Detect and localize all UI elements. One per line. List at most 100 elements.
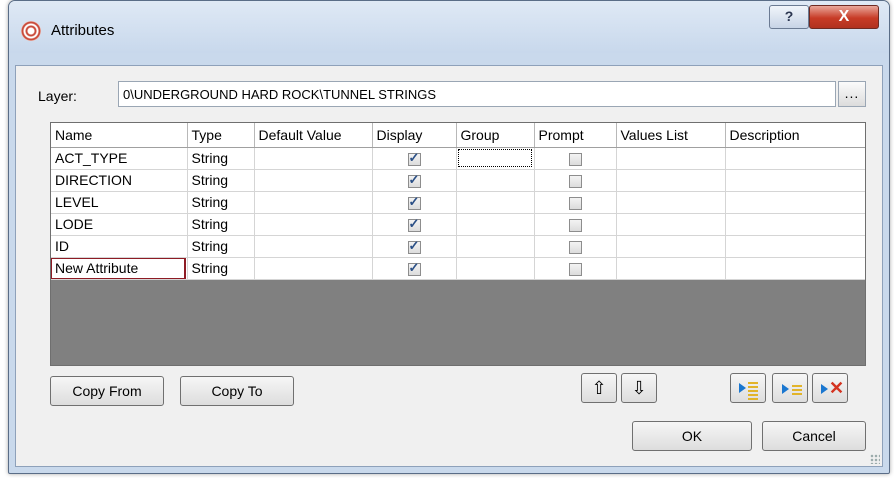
display-checkbox[interactable]	[407, 172, 421, 188]
cell-values-list[interactable]	[616, 169, 726, 192]
cell-name[interactable]: ACT_TYPE	[51, 147, 188, 170]
help-button[interactable]: ?	[769, 5, 809, 29]
cancel-button[interactable]: Cancel	[762, 421, 866, 451]
cell-description[interactable]	[725, 213, 865, 236]
prompt-checkbox[interactable]	[568, 240, 582, 254]
cell-values-list[interactable]	[616, 213, 726, 236]
resize-grip[interactable]	[870, 454, 880, 464]
cell-values-list[interactable]	[616, 191, 726, 214]
cell-default-value[interactable]	[254, 169, 373, 192]
delete-row-button[interactable]: ✕	[812, 373, 848, 403]
cell-group[interactable]	[456, 147, 535, 170]
cell-type[interactable]: String	[187, 147, 255, 170]
cell-prompt	[534, 169, 617, 192]
cell-default-value[interactable]	[254, 235, 373, 258]
prompt-checkbox[interactable]	[568, 218, 582, 232]
cell-type[interactable]: String	[187, 213, 255, 236]
cell-name[interactable]: DIRECTION	[51, 169, 188, 192]
cell-type[interactable]: String	[187, 169, 255, 192]
column-header-prompt[interactable]: Prompt	[534, 123, 617, 148]
attributes-grid[interactable]: Name Type Default Value Display Group Pr…	[50, 122, 866, 366]
column-header-description[interactable]: Description	[725, 123, 865, 148]
cell-type[interactable]: String	[187, 257, 255, 280]
cell-name[interactable]: LODE	[51, 213, 188, 236]
cell-prompt	[534, 235, 617, 258]
insert-row-button[interactable]	[730, 373, 766, 403]
table-row[interactable]: DIRECTION String	[51, 169, 865, 192]
cell-group[interactable]	[456, 235, 535, 258]
cell-group[interactable]	[456, 213, 535, 236]
cell-display	[372, 191, 457, 214]
move-down-button[interactable]: ⇩	[621, 373, 657, 403]
cell-description[interactable]	[725, 169, 865, 192]
column-header-values-list[interactable]: Values List	[616, 123, 726, 148]
table-row[interactable]: ACT_TYPE String	[51, 147, 865, 170]
cell-display	[372, 169, 457, 192]
layer-field[interactable]: 0\UNDERGROUND HARD ROCK\TUNNEL STRINGS	[118, 81, 836, 107]
display-checkbox[interactable]	[407, 238, 421, 254]
table-row[interactable]: ID String	[51, 235, 865, 258]
cell-description[interactable]	[725, 191, 865, 214]
arrow-down-icon: ⇩	[631, 378, 647, 398]
cell-display	[372, 257, 457, 280]
dialog-body: Layer: 0\UNDERGROUND HARD ROCK\TUNNEL ST…	[15, 65, 883, 467]
cell-name[interactable]: LEVEL	[51, 191, 188, 214]
cell-default-value[interactable]	[254, 191, 373, 214]
cell-values-list[interactable]	[616, 257, 726, 280]
cell-prompt	[534, 191, 617, 214]
column-header-type[interactable]: Type	[187, 123, 255, 148]
prompt-checkbox[interactable]	[568, 174, 582, 188]
append-row-button[interactable]	[772, 373, 808, 403]
cell-values-list[interactable]	[616, 147, 726, 170]
cell-description[interactable]	[725, 147, 865, 170]
cell-prompt	[534, 257, 617, 280]
cell-prompt	[534, 213, 617, 236]
prompt-checkbox[interactable]	[568, 196, 582, 210]
table-row[interactable]: LEVEL String	[51, 191, 865, 214]
cell-type[interactable]: String	[187, 235, 255, 258]
column-header-group[interactable]: Group	[456, 123, 535, 148]
arrow-up-icon: ⇧	[591, 378, 607, 398]
cell-description[interactable]	[725, 257, 865, 280]
cell-values-list[interactable]	[616, 235, 726, 258]
column-header-default-value[interactable]: Default Value	[254, 123, 373, 148]
layer-label: Layer:	[38, 88, 77, 104]
copy-to-button[interactable]: Copy To	[180, 376, 294, 406]
cell-type[interactable]: String	[187, 191, 255, 214]
prompt-checkbox[interactable]	[568, 262, 582, 276]
title-bar[interactable]: Attributes ? X	[9, 1, 889, 53]
copy-from-button[interactable]: Copy From	[50, 376, 164, 406]
window-title: Attributes	[51, 22, 115, 39]
table-row[interactable]: LODE String	[51, 213, 865, 236]
display-checkbox[interactable]	[407, 216, 421, 232]
app-icon	[21, 21, 41, 41]
attributes-table: Name Type Default Value Display Group Pr…	[51, 123, 865, 280]
cell-prompt	[534, 147, 617, 170]
display-checkbox[interactable]	[407, 260, 421, 276]
column-header-name[interactable]: Name	[51, 123, 188, 148]
cell-description[interactable]	[725, 235, 865, 258]
ok-button[interactable]: OK	[632, 421, 752, 451]
layer-browse-button[interactable]: ...	[838, 81, 866, 107]
cell-display	[372, 213, 457, 236]
cell-default-value[interactable]	[254, 147, 373, 170]
cell-default-value[interactable]	[254, 213, 373, 236]
cell-group[interactable]	[456, 169, 535, 192]
cell-group[interactable]	[456, 257, 535, 280]
cell-name-new-attribute[interactable]: New Attribute	[51, 257, 188, 280]
close-button[interactable]: X	[809, 5, 879, 29]
table-row[interactable]: New Attribute String	[51, 257, 865, 280]
cell-display	[372, 147, 457, 170]
selection-highlight	[51, 257, 186, 278]
cell-group[interactable]	[456, 191, 535, 214]
column-header-display[interactable]: Display	[372, 123, 457, 148]
prompt-checkbox[interactable]	[568, 152, 582, 166]
move-up-button[interactable]: ⇧	[581, 373, 617, 403]
cell-default-value[interactable]	[254, 257, 373, 280]
attributes-dialog: Attributes ? X Layer: 0\UNDERGROUND HARD…	[8, 0, 890, 474]
display-checkbox[interactable]	[407, 150, 421, 166]
display-checkbox[interactable]	[407, 194, 421, 210]
cell-display	[372, 235, 457, 258]
table-header: Name Type Default Value Display Group Pr…	[51, 123, 865, 148]
cell-name[interactable]: ID	[51, 235, 188, 258]
